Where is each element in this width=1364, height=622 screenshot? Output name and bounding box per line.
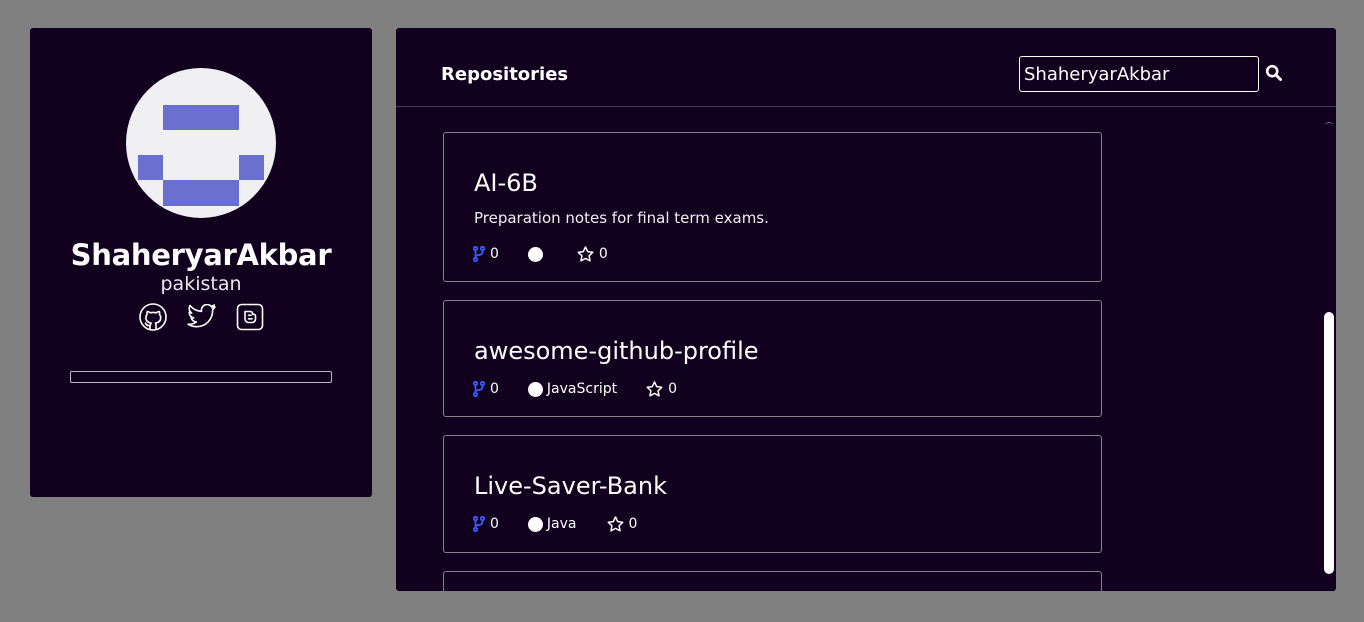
profile-location: pakistan [160, 273, 242, 295]
repo-stars-count: 0 [598, 246, 608, 262]
search-button[interactable] [1264, 64, 1284, 84]
repo-language-label: Java [546, 516, 577, 532]
repo-card[interactable]: Live-Saver-Bank 0 Java 0 [443, 435, 1102, 553]
repo-language: JavaScript [527, 381, 618, 397]
repo-stars-count: 0 [668, 381, 678, 397]
repo-forks: 0 [473, 246, 499, 262]
repo-name[interactable]: AI-6B [474, 169, 538, 197]
repo-description: Preparation notes for final term exams. [474, 209, 769, 227]
repositories-title: Repositories [441, 64, 569, 85]
repo-stars: 0 [646, 381, 677, 397]
repo-stars: 0 [607, 516, 638, 532]
star-icon [646, 381, 663, 397]
repo-name[interactable]: Live-Saver-Bank [474, 472, 667, 500]
repo-language [527, 246, 547, 262]
github-icon[interactable] [138, 302, 168, 332]
fork-icon [473, 381, 485, 397]
star-icon [607, 516, 623, 532]
language-dot [527, 246, 543, 262]
repo-card[interactable]: AI-6B Preparation notes for final term e… [443, 132, 1102, 282]
profile-card: ShaheryarAkbar pakistan [30, 28, 372, 497]
repo-meta: 0 Java 0 [473, 515, 637, 533]
avatar [126, 68, 276, 218]
repo-meta: 0 0 [473, 245, 608, 263]
repo-language: Java [527, 516, 577, 532]
star-icon [577, 246, 594, 262]
repo-forks-count: 0 [490, 516, 499, 532]
blogger-icon[interactable] [236, 303, 264, 331]
repo-language-label: JavaScript [546, 381, 618, 397]
profile-progress-bar [70, 371, 332, 383]
repo-card[interactable]: awesome-github-profile 0 JavaScript 0 [443, 300, 1102, 417]
twitter-icon[interactable] [187, 304, 217, 330]
profile-name: ShaheryarAkbar [70, 238, 332, 272]
repo-stars: 0 [577, 246, 608, 262]
social-links [138, 302, 264, 332]
fork-icon [473, 246, 485, 262]
repo-card-partial[interactable] [443, 571, 1102, 591]
repo-name[interactable]: awesome-github-profile [474, 337, 759, 365]
repositories-panel: Repositories AI-6B Preparation notes for… [396, 28, 1336, 591]
repositories-header: Repositories [396, 28, 1336, 107]
fork-icon [473, 516, 485, 532]
search-icon [1265, 64, 1282, 81]
repo-forks: 0 [473, 516, 499, 532]
repo-forks-count: 0 [490, 246, 499, 262]
repo-meta: 0 JavaScript 0 [473, 380, 677, 398]
language-dot [527, 516, 543, 532]
search-input[interactable] [1019, 56, 1259, 92]
repo-stars-count: 0 [628, 516, 638, 532]
scrollbar-thumb[interactable] [1324, 312, 1334, 574]
repo-forks-count: 0 [490, 381, 499, 397]
scrollbar-track[interactable] [1324, 122, 1334, 128]
repo-forks: 0 [473, 381, 499, 397]
language-dot [527, 381, 543, 397]
